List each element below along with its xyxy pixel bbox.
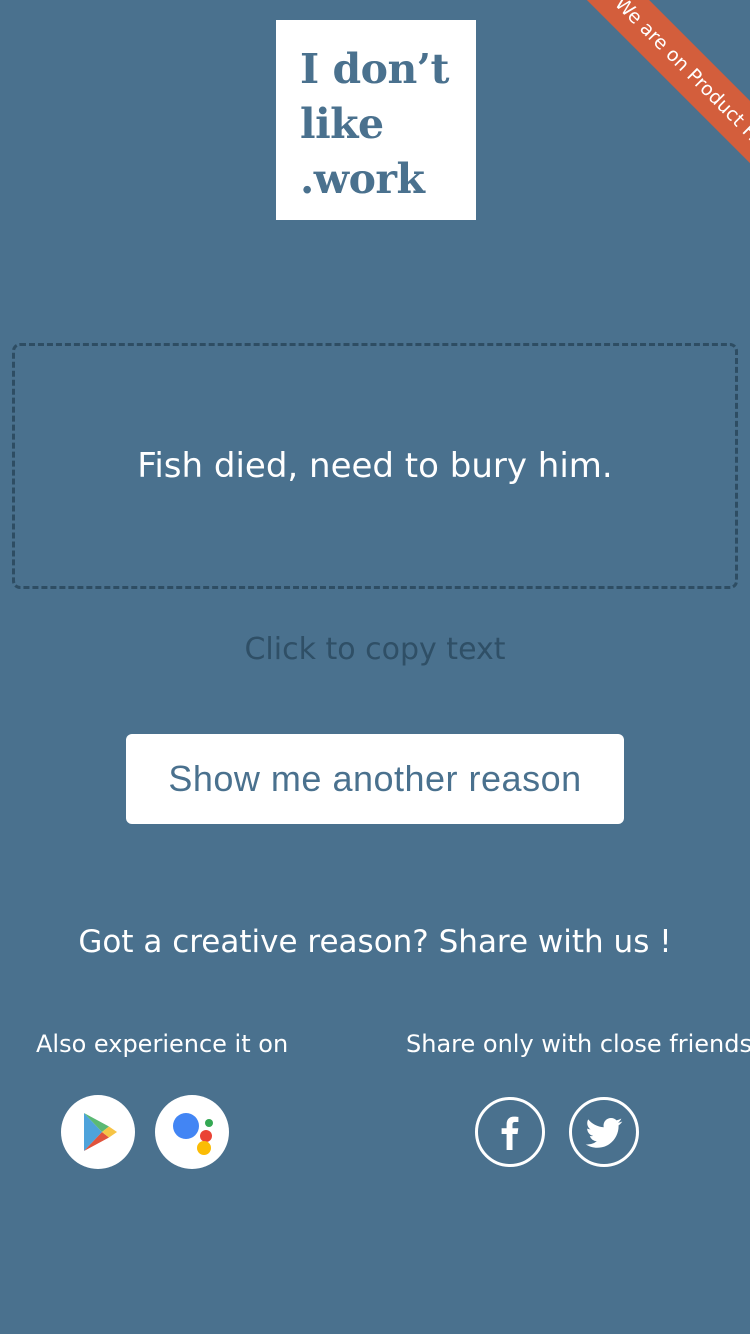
share-reason-link[interactable]: Got a creative reason? Share with us !	[0, 924, 750, 960]
share-friends-label: Share only with close friends	[406, 1030, 750, 1058]
site-logo[interactable]: I don’t like .work	[276, 20, 476, 220]
google-play-icon[interactable]	[61, 1095, 135, 1169]
also-experience-label: Also experience it on	[36, 1030, 289, 1058]
logo-line-3: .work	[300, 155, 425, 203]
twitter-glyph	[585, 1118, 623, 1148]
google-play-glyph	[84, 1113, 117, 1151]
facebook-icon[interactable]	[475, 1097, 545, 1167]
reason-text: Fish died, need to bury him.	[137, 446, 613, 486]
logo-line-1: I don’t	[300, 45, 450, 93]
copy-hint: Click to copy text	[244, 632, 506, 667]
product-hunt-ribbon[interactable]: We are on Product Hunt	[565, 0, 750, 213]
show-another-reason-button[interactable]: Show me another reason	[126, 734, 624, 824]
twitter-icon[interactable]	[569, 1097, 639, 1167]
google-assistant-glyph	[173, 1113, 213, 1155]
facebook-glyph	[501, 1116, 519, 1150]
reason-copy-box[interactable]: Fish died, need to bury him.	[12, 343, 738, 589]
google-assistant-icon[interactable]	[155, 1095, 229, 1169]
logo-line-2: like	[300, 100, 384, 148]
